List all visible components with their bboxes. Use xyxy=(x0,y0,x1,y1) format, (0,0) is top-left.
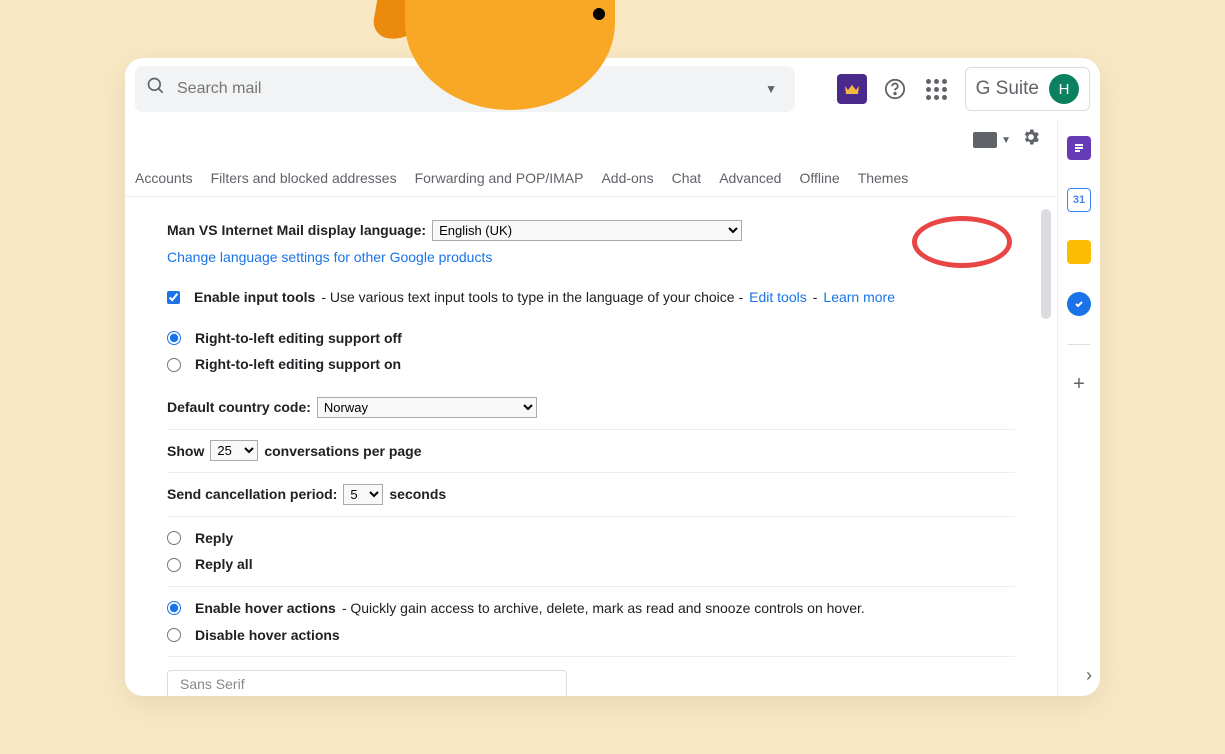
enable-input-tools-checkbox[interactable] xyxy=(167,291,180,304)
crown-badge-icon[interactable] xyxy=(837,74,867,104)
sidebar-add-icon[interactable]: + xyxy=(1073,373,1085,396)
country-code-label: Default country code: xyxy=(167,394,311,421)
gsuite-account-box[interactable]: G Suite H xyxy=(965,67,1090,111)
cancel-period-label: Send cancellation period: xyxy=(167,481,337,508)
input-tools-dropdown[interactable]: ▼ xyxy=(1001,135,1011,146)
edit-tools-link[interactable]: Edit tools xyxy=(749,284,807,311)
cancel-period-select[interactable]: 5 xyxy=(343,484,383,505)
font-name: Sans Serif xyxy=(180,676,245,692)
hover-enable-radio[interactable] xyxy=(167,601,181,615)
side-panel: 31 + xyxy=(1058,120,1100,696)
tab-filters[interactable]: Filters and blocked addresses xyxy=(211,170,397,186)
search-icon xyxy=(145,76,167,102)
page-size-select[interactable]: 25 xyxy=(210,440,258,461)
rtl-on-label: Right-to-left editing support on xyxy=(195,351,401,378)
gmail-settings-window: ▼ G Suite H ▼ xyxy=(125,58,1100,696)
learn-more-link[interactable]: Learn more xyxy=(823,284,895,311)
reply-radio[interactable] xyxy=(167,531,181,545)
show-label: Show xyxy=(167,438,204,465)
conv-per-page-label: conversations per page xyxy=(264,438,421,465)
change-language-link[interactable]: Change language settings for other Googl… xyxy=(167,244,492,271)
help-icon[interactable] xyxy=(881,75,909,103)
scrollbar-thumb[interactable] xyxy=(1041,209,1051,319)
tab-chat[interactable]: Chat xyxy=(672,170,702,186)
tab-addons[interactable]: Add-ons xyxy=(601,170,653,186)
hover-disable-label: Disable hover actions xyxy=(195,622,340,649)
language-label: Man VS Internet Mail display language: xyxy=(167,217,426,244)
input-tools-desc: - Use various text input tools to type i… xyxy=(321,284,743,311)
toolbar-row: ▼ xyxy=(125,120,1057,160)
rtl-off-radio[interactable] xyxy=(167,331,181,345)
hover-disable-radio[interactable] xyxy=(167,628,181,642)
font-toolbar[interactable]: Sans Serif xyxy=(167,670,567,696)
sidebar-tasks-icon[interactable] xyxy=(1067,292,1091,316)
tab-forwarding[interactable]: Forwarding and POP/IMAP xyxy=(415,170,584,186)
reply-all-radio[interactable] xyxy=(167,558,181,572)
sidebar-notes-icon[interactable] xyxy=(1067,136,1091,160)
reply-label: Reply xyxy=(195,525,233,552)
avatar[interactable]: H xyxy=(1049,74,1079,104)
tab-advanced[interactable]: Advanced xyxy=(719,170,781,186)
side-divider xyxy=(1068,344,1090,345)
tab-themes[interactable]: Themes xyxy=(858,170,909,186)
side-collapse-chevron[interactable]: › xyxy=(1086,665,1092,686)
decorative-giraffe xyxy=(375,0,635,110)
main-area: ▼ Accounts Filters and blocked addresses… xyxy=(125,120,1058,696)
gsuite-label: G Suite xyxy=(976,78,1039,100)
sidebar-calendar-icon[interactable]: 31 xyxy=(1067,188,1091,212)
settings-tabs: Accounts Filters and blocked addresses F… xyxy=(125,160,1057,197)
country-code-select[interactable]: Norway xyxy=(317,397,537,418)
apps-grid-icon[interactable] xyxy=(923,75,951,103)
tab-accounts[interactable]: Accounts xyxy=(135,170,193,186)
rtl-on-radio[interactable] xyxy=(167,358,181,372)
search-options-dropdown[interactable]: ▼ xyxy=(757,82,785,96)
tab-offline[interactable]: Offline xyxy=(799,170,839,186)
input-tools-label: Enable input tools xyxy=(194,284,315,311)
dash: - xyxy=(813,284,818,311)
reply-all-label: Reply all xyxy=(195,551,253,578)
language-select[interactable]: English (UK) xyxy=(432,220,742,241)
hover-desc: - Quickly gain access to archive, delete… xyxy=(342,595,865,622)
hover-enable-label: Enable hover actions xyxy=(195,595,336,622)
rtl-off-label: Right-to-left editing support off xyxy=(195,325,402,352)
input-tools-icon[interactable] xyxy=(973,132,997,148)
sidebar-keep-icon[interactable] xyxy=(1067,240,1091,264)
settings-body: Man VS Internet Mail display language: E… xyxy=(125,197,1057,696)
gear-icon[interactable] xyxy=(1021,127,1041,153)
seconds-label: seconds xyxy=(389,481,446,508)
